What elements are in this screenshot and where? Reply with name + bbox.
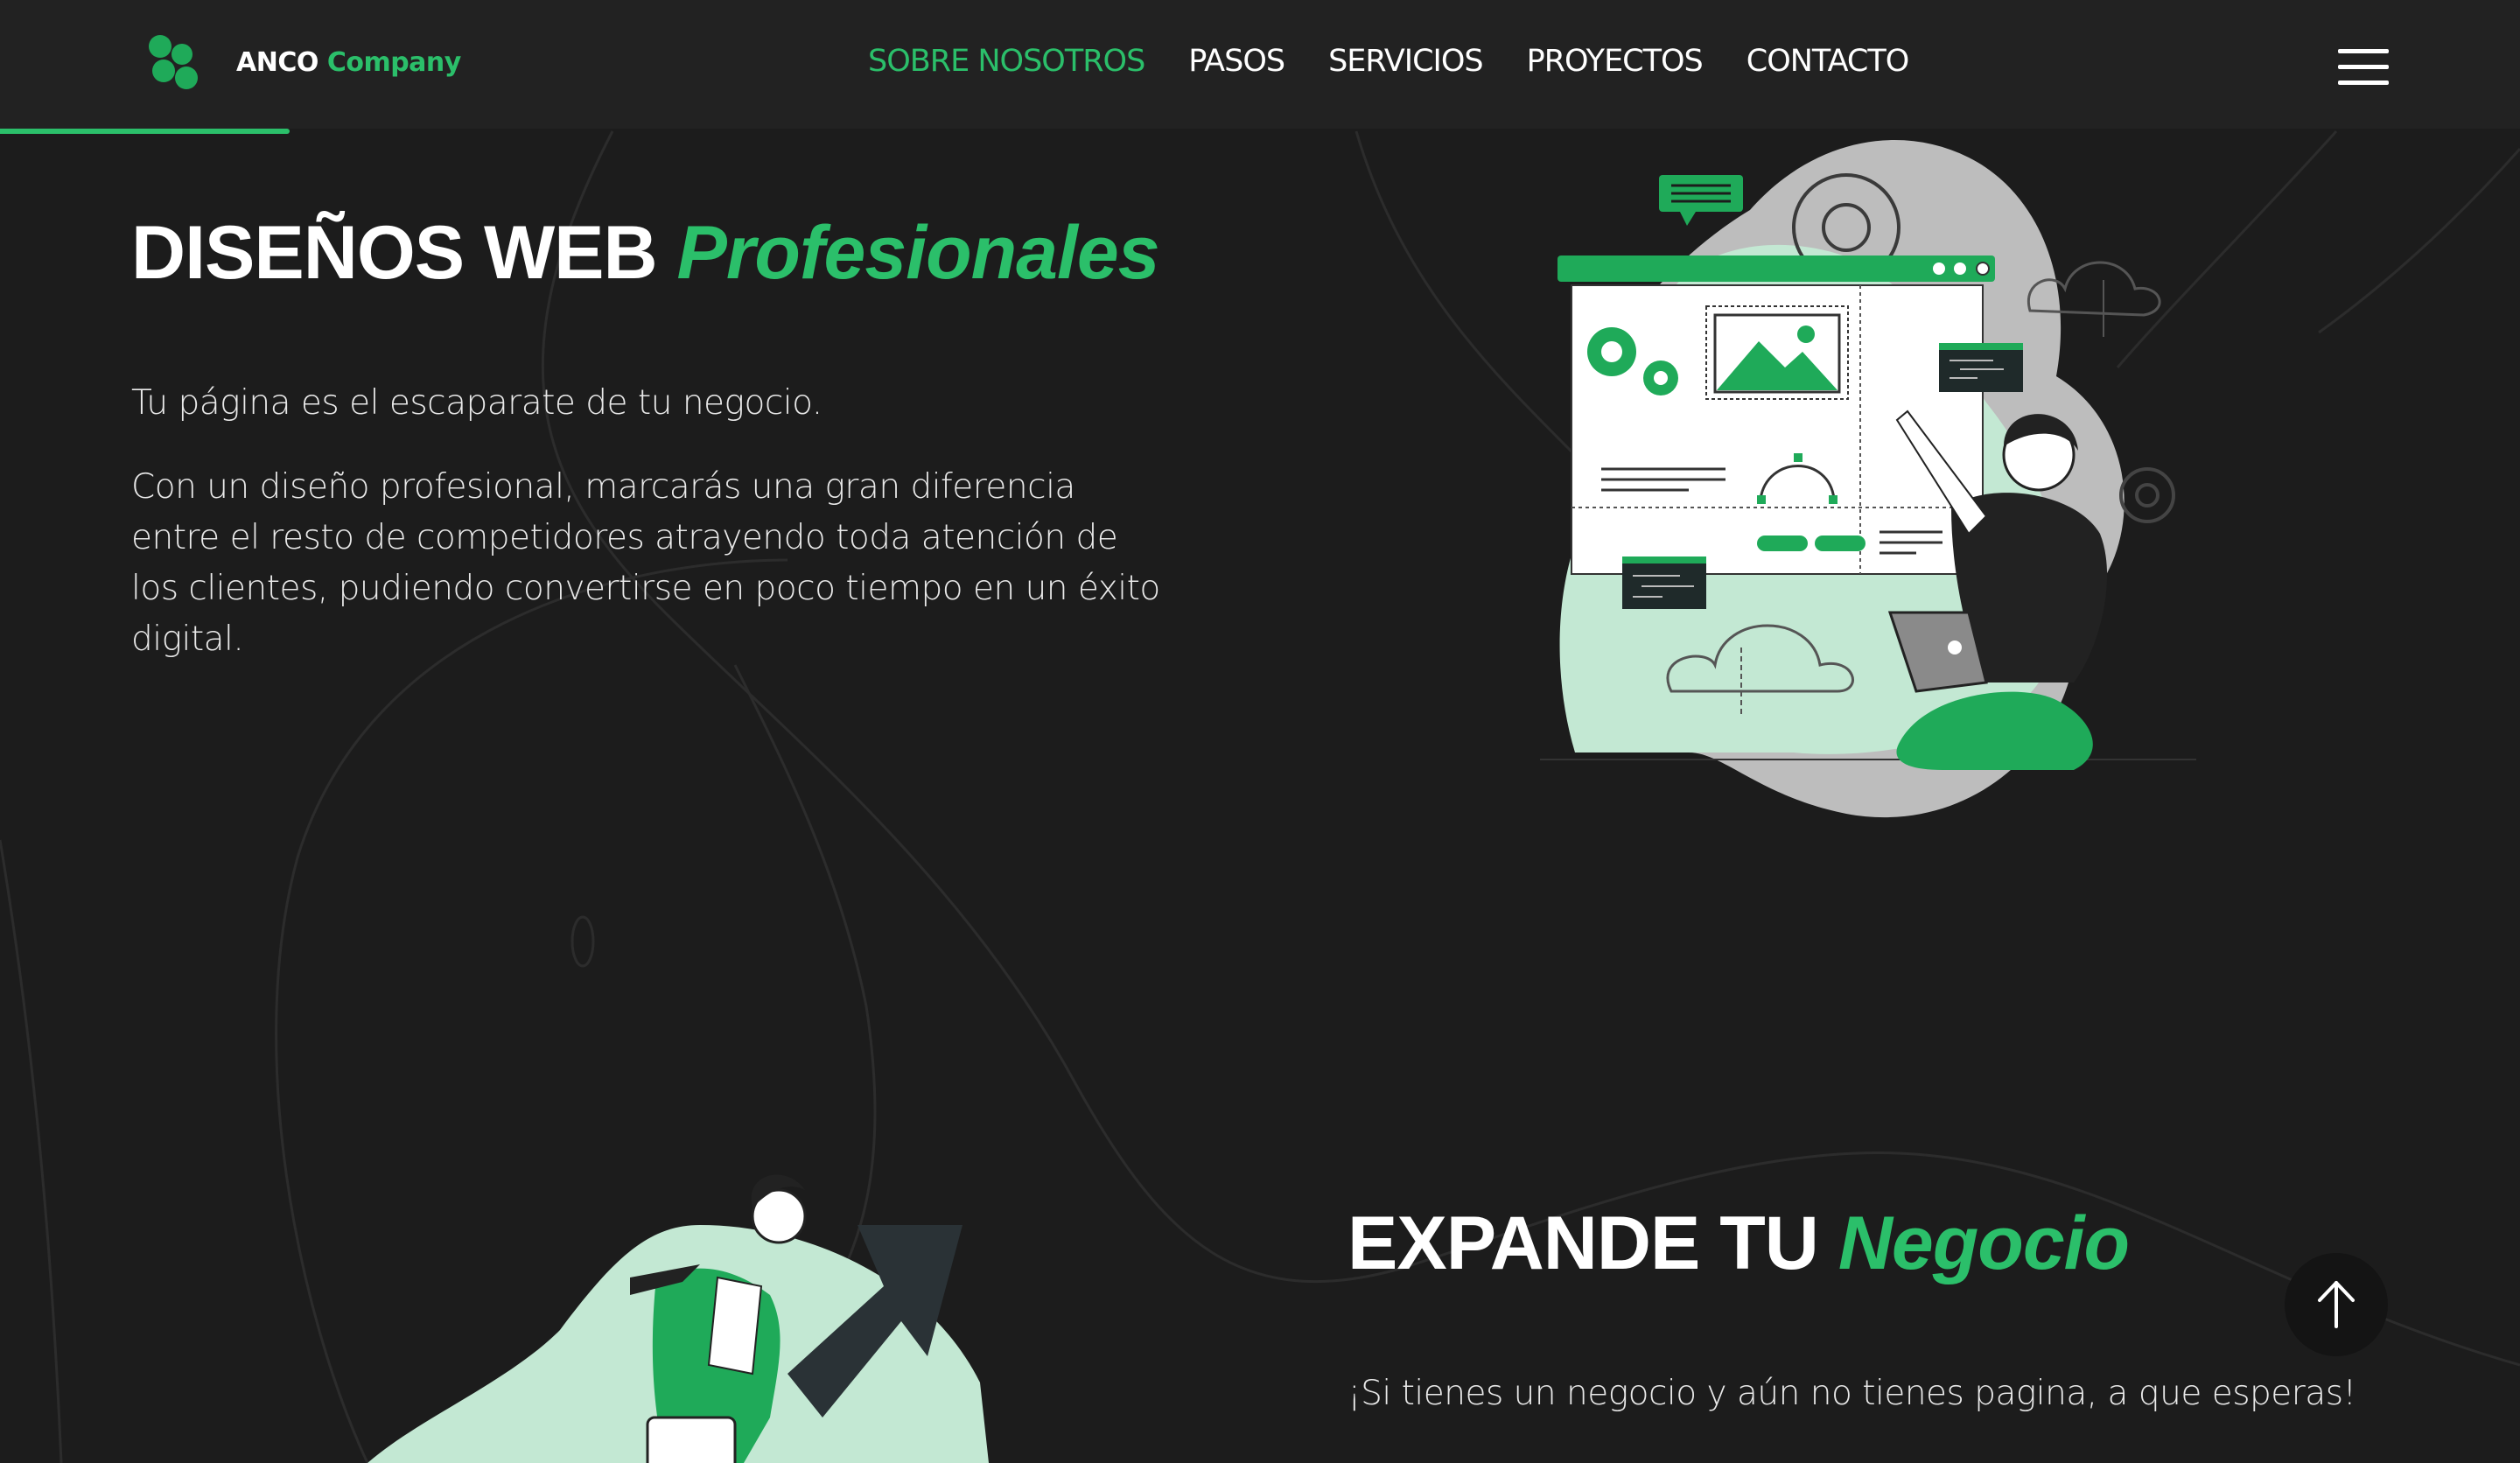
scroll-progress-bar [0, 129, 290, 134]
main-nav: SOBRE NOSOTROS PASOS SERVICIOS PROYECTOS… [868, 44, 1952, 79]
arrow-up-icon [2318, 1281, 2355, 1328]
section-business-title-main: EXPANDE TU [1348, 1201, 1819, 1285]
brand-logo[interactable]: ANCO Company [149, 35, 461, 89]
section-business-title-accent: Negocio [1838, 1201, 2130, 1285]
brand-name-main: ANCO [236, 46, 318, 78]
section-business-title: EXPANDE TU Negocio [1348, 1200, 2130, 1287]
nav-link-servicios[interactable]: SERVICIOS [1328, 44, 1484, 79]
nav-link-contacto[interactable]: CONTACTO [1746, 44, 1910, 79]
section-web-title-main: DISEÑOS WEB [131, 211, 658, 295]
section-web-title: DISEÑOS WEB Profesionales [131, 210, 1160, 297]
scroll-top-button[interactable] [2285, 1253, 2388, 1356]
section-business-intro: ¡Si tienes un negocio y aún no tienes pa… [1348, 1374, 2356, 1413]
web-design-illustration [1540, 140, 2196, 818]
section-web-title-accent: Profesionales [676, 211, 1160, 295]
top-navbar: ANCO Company SOBRE NOSOTROS PASOS SERVIC… [0, 0, 2520, 129]
section-web-intro: Tu página es el escaparate de tu negocio… [131, 383, 822, 423]
hamburger-icon[interactable] [2338, 49, 2389, 86]
logo-icon [149, 35, 203, 89]
nav-link-sobre-nosotros[interactable]: SOBRE NOSOTROS [868, 44, 1145, 79]
nav-link-proyectos[interactable]: PROYECTOS [1527, 44, 1704, 79]
section-web-body: Con un diseño profesional, marcarás una … [131, 467, 1160, 659]
brand-name: ANCO Company [236, 47, 461, 78]
nav-link-pasos[interactable]: PASOS [1188, 44, 1285, 79]
brand-name-suffix: Company [326, 46, 462, 78]
business-growth-illustration [368, 1174, 989, 1463]
